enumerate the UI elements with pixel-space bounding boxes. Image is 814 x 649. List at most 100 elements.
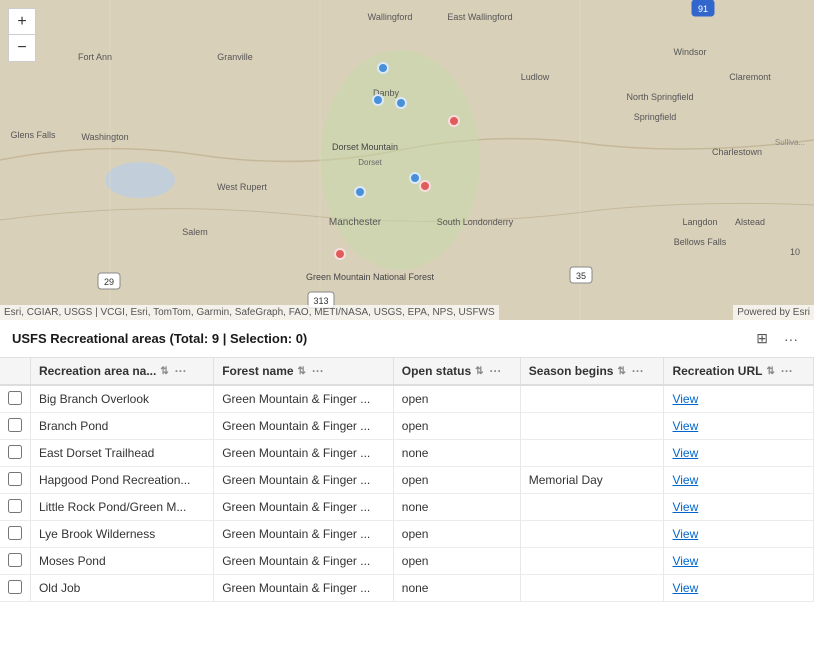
cell-name: Branch Pond <box>30 413 213 440</box>
table-row: East Dorset Trailhead Green Mountain & F… <box>0 440 814 467</box>
svg-text:Charlestown: Charlestown <box>712 147 762 157</box>
svg-text:Green Mountain National Forest: Green Mountain National Forest <box>306 272 435 282</box>
row-checkbox-cell[interactable] <box>0 494 30 521</box>
view-link[interactable]: View <box>672 392 698 406</box>
map-powered-by: Powered by Esri <box>733 305 814 320</box>
col-header-season[interactable]: Season begins ⇅ ··· <box>520 358 664 385</box>
map-pin-pin7[interactable] <box>419 180 431 192</box>
cell-season <box>520 521 664 548</box>
row-checkbox[interactable] <box>8 472 22 486</box>
svg-text:East Wallingford: East Wallingford <box>447 12 512 22</box>
svg-text:North Springfield: North Springfield <box>626 92 693 102</box>
cell-season <box>520 548 664 575</box>
view-link[interactable]: View <box>672 527 698 541</box>
svg-text:10: 10 <box>790 247 800 257</box>
svg-text:Alstead: Alstead <box>735 217 765 227</box>
svg-text:29: 29 <box>104 277 114 287</box>
row-checkbox[interactable] <box>8 391 22 405</box>
more-options-button[interactable]: ··· <box>780 329 802 349</box>
row-checkbox-cell[interactable] <box>0 521 30 548</box>
cell-forest: Green Mountain & Finger ... <box>214 413 394 440</box>
map-attribution: Esri, CGIAR, USGS | VCGI, Esri, TomTom, … <box>0 305 499 320</box>
cell-name: Lye Brook Wilderness <box>30 521 213 548</box>
row-checkbox-cell[interactable] <box>0 467 30 494</box>
cell-name: Hapgood Pond Recreation... <box>30 467 213 494</box>
cell-url[interactable]: View <box>664 575 814 602</box>
map-pin-pin8[interactable] <box>334 248 346 260</box>
cell-season <box>520 440 664 467</box>
view-link[interactable]: View <box>672 473 698 487</box>
svg-text:Springfield: Springfield <box>634 112 677 122</box>
svg-text:Dorset Mountain: Dorset Mountain <box>332 142 398 152</box>
table-title: USFS Recreational areas (Total: 9 | Sele… <box>12 331 307 346</box>
cell-status: open <box>393 548 520 575</box>
table-row: Moses Pond Green Mountain & Finger ... o… <box>0 548 814 575</box>
cell-forest: Green Mountain & Finger ... <box>214 548 394 575</box>
table-row: Lye Brook Wilderness Green Mountain & Fi… <box>0 521 814 548</box>
svg-text:Manchester: Manchester <box>329 217 382 228</box>
cell-url[interactable]: View <box>664 385 814 413</box>
map-pin-pin2[interactable] <box>372 94 384 106</box>
zoom-in-button[interactable]: + <box>9 9 35 35</box>
cell-url[interactable]: View <box>664 548 814 575</box>
cell-url[interactable]: View <box>664 521 814 548</box>
table-row: Big Branch Overlook Green Mountain & Fin… <box>0 385 814 413</box>
svg-text:Wallingford: Wallingford <box>368 12 413 22</box>
cell-url[interactable]: View <box>664 413 814 440</box>
map-container: 29 313 35 91 Manchester Dorset Mountain … <box>0 0 814 320</box>
cell-name: Big Branch Overlook <box>30 385 213 413</box>
table-toolbar: ⊞ ··· <box>752 328 802 349</box>
cell-season <box>520 413 664 440</box>
cell-forest: Green Mountain & Finger ... <box>214 494 394 521</box>
svg-text:Glens Falls: Glens Falls <box>10 130 56 140</box>
svg-text:Washington: Washington <box>81 132 128 142</box>
row-checkbox-cell[interactable] <box>0 575 30 602</box>
cell-status: open <box>393 385 520 413</box>
view-link[interactable]: View <box>672 500 698 514</box>
cell-url[interactable]: View <box>664 440 814 467</box>
row-checkbox[interactable] <box>8 580 22 594</box>
row-checkbox[interactable] <box>8 499 22 513</box>
cell-url[interactable]: View <box>664 467 814 494</box>
view-link[interactable]: View <box>672 581 698 595</box>
view-link[interactable]: View <box>672 554 698 568</box>
cell-name: Moses Pond <box>30 548 213 575</box>
cell-status: open <box>393 413 520 440</box>
grid-view-button[interactable]: ⊞ <box>752 328 772 349</box>
table-header-row: Recreation area na... ⇅ ··· Forest name … <box>0 358 814 385</box>
cell-season <box>520 575 664 602</box>
cell-forest: Green Mountain & Finger ... <box>214 467 394 494</box>
table-row: Branch Pond Green Mountain & Finger ... … <box>0 413 814 440</box>
svg-text:Windsor: Windsor <box>673 47 706 57</box>
table-area: USFS Recreational areas (Total: 9 | Sele… <box>0 320 814 602</box>
map-pin-pin5[interactable] <box>354 186 366 198</box>
zoom-out-button[interactable]: − <box>9 35 35 61</box>
map-pin-pin3[interactable] <box>395 97 407 109</box>
row-checkbox[interactable] <box>8 553 22 567</box>
cell-url[interactable]: View <box>664 494 814 521</box>
map-pin-pin1[interactable] <box>377 62 389 74</box>
cell-status: none <box>393 575 520 602</box>
cell-season <box>520 385 664 413</box>
svg-text:South Londonderry: South Londonderry <box>437 217 514 227</box>
row-checkbox[interactable] <box>8 418 22 432</box>
row-checkbox-cell[interactable] <box>0 440 30 467</box>
view-link[interactable]: View <box>672 419 698 433</box>
col-header-forest[interactable]: Forest name ⇅ ··· <box>214 358 394 385</box>
row-checkbox[interactable] <box>8 526 22 540</box>
col-header-status[interactable]: Open status ⇅ ··· <box>393 358 520 385</box>
table-body: Big Branch Overlook Green Mountain & Fin… <box>0 385 814 602</box>
cell-status: open <box>393 467 520 494</box>
row-checkbox-cell[interactable] <box>0 548 30 575</box>
map-pin-pin4[interactable] <box>448 115 460 127</box>
col-header-url[interactable]: Recreation URL ⇅ ··· <box>664 358 814 385</box>
row-checkbox-cell[interactable] <box>0 385 30 413</box>
cell-forest: Green Mountain & Finger ... <box>214 440 394 467</box>
view-link[interactable]: View <box>672 446 698 460</box>
cell-status: none <box>393 494 520 521</box>
svg-text:Fort Ann: Fort Ann <box>78 52 112 62</box>
col-header-name[interactable]: Recreation area na... ⇅ ··· <box>30 358 213 385</box>
row-checkbox-cell[interactable] <box>0 413 30 440</box>
cell-forest: Green Mountain & Finger ... <box>214 575 394 602</box>
row-checkbox[interactable] <box>8 445 22 459</box>
